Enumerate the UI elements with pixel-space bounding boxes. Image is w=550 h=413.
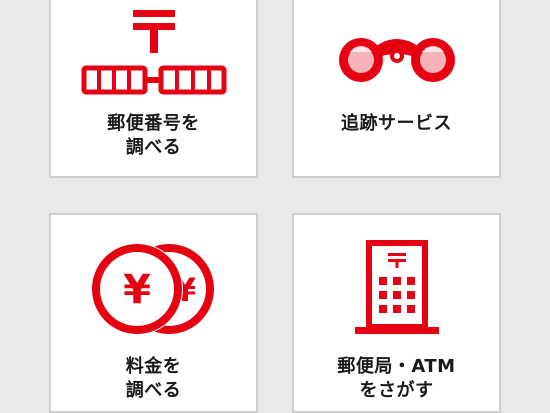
label-line-2: をさがす (359, 380, 434, 401)
postal-code-lookup-tile[interactable]: 郵便番号を 調べる (49, 0, 258, 178)
yen-coins-icon: ¥ ¥ (90, 243, 214, 335)
label-line-1: 郵便局・ATM (337, 356, 456, 377)
label-line-1: 追跡サービス (341, 113, 452, 134)
postal-code-icon (81, 10, 226, 95)
fee-lookup-label: 料金を 調べる (51, 355, 256, 403)
post-office-atm-search-tile[interactable]: 郵便局・ATM をさがす (292, 213, 501, 413)
post-office-building-icon (354, 240, 439, 334)
tracking-service-label: 追跡サービス (294, 112, 499, 136)
tracking-service-tile[interactable]: 追跡サービス (292, 0, 501, 178)
binoculars-icon (338, 38, 455, 82)
post-office-atm-search-label: 郵便局・ATM をさがす (294, 355, 499, 403)
label-line-1: 料金を (125, 356, 182, 377)
label-line-2: 調べる (125, 137, 182, 158)
postal-code-lookup-label: 郵便番号を 調べる (51, 112, 256, 160)
label-line-2: 調べる (125, 380, 182, 401)
label-line-1: 郵便番号を (107, 113, 200, 134)
fee-lookup-tile[interactable]: ¥ ¥ 料金を 調べる (49, 213, 258, 413)
svg-text:¥: ¥ (123, 267, 151, 313)
